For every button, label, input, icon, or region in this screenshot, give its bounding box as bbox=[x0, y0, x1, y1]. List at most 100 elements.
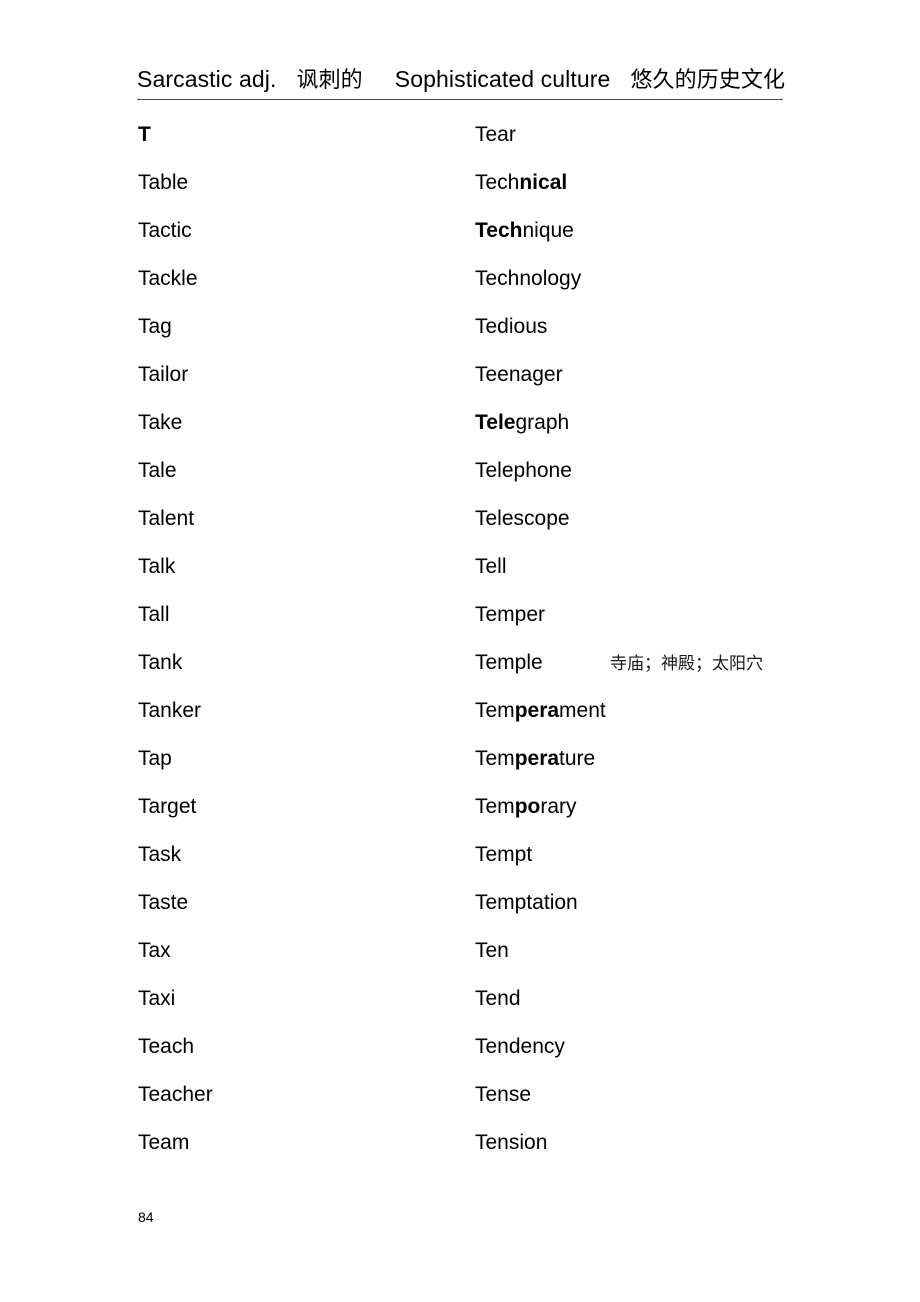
word-row: Tag Tedious bbox=[0, 310, 920, 358]
page-number: 84 bbox=[138, 1209, 154, 1225]
word-segment-plain: ment bbox=[559, 699, 606, 722]
word-row: Talent Telescope bbox=[0, 502, 920, 550]
word-segment-plain: ture bbox=[559, 747, 596, 770]
word-entry-left: Tale bbox=[138, 459, 177, 482]
word-entry-left: Tall bbox=[138, 603, 170, 626]
word-segment-plain: Telephone bbox=[475, 459, 572, 482]
word-entry-left: Tap bbox=[138, 747, 172, 770]
word-segment-bold: nical bbox=[519, 171, 568, 194]
header-divider-rule bbox=[137, 99, 783, 100]
letter-heading: T bbox=[138, 123, 151, 146]
word-segment-plain: Teenager bbox=[475, 363, 563, 386]
word-entry-right: Temporary bbox=[475, 790, 577, 824]
word-row: Target Temporary bbox=[0, 790, 920, 838]
word-row: Taxi Tend bbox=[0, 982, 920, 1030]
word-row: Tanker Temperament bbox=[0, 694, 920, 742]
word-entry-right: Tell bbox=[475, 550, 507, 584]
word-entry-right: Temperament bbox=[475, 694, 606, 728]
word-segment-plain: Technology bbox=[475, 267, 582, 290]
word-entry-right: Technology bbox=[475, 262, 581, 296]
word-entry-right: Temptation bbox=[475, 886, 578, 920]
word-row: Teach Tendency bbox=[0, 1030, 920, 1078]
word-entry-right: Temper bbox=[475, 598, 545, 632]
header-entry1-word: Sarcastic adj. bbox=[137, 66, 277, 92]
word-segment-bold: Tele bbox=[475, 411, 516, 434]
word-row: Taste Temptation bbox=[0, 886, 920, 934]
document-page: Sarcastic adj. 讽刺的 Sophisticated culture… bbox=[0, 0, 920, 1302]
word-entry-left: Tax bbox=[138, 939, 171, 962]
header-line: Sarcastic adj. 讽刺的 Sophisticated culture… bbox=[137, 64, 786, 96]
word-segment-bold: pera bbox=[514, 699, 560, 722]
word-entry-right: Tempt bbox=[475, 838, 532, 872]
word-segment-plain: Tension bbox=[475, 1131, 548, 1154]
word-segment-plain: Tempt bbox=[475, 843, 533, 866]
word-row: Tap Temperature bbox=[0, 742, 920, 790]
word-row: Tackle Technology bbox=[0, 262, 920, 310]
header-entry2-word: Sophisticated culture bbox=[394, 66, 611, 92]
word-entry-right: Teenager bbox=[475, 358, 563, 392]
word-entry-right: Technique bbox=[475, 214, 574, 248]
word-segment-plain: Temper bbox=[475, 603, 546, 626]
header-entry1-gloss: 讽刺的 bbox=[296, 68, 363, 93]
word-row: T Tear bbox=[0, 118, 920, 166]
word-entry-left: Teacher bbox=[138, 1083, 213, 1106]
word-entry-right: Tension bbox=[475, 1126, 547, 1160]
word-entry-left: Tank bbox=[138, 651, 183, 674]
word-entry-left: Teach bbox=[138, 1035, 195, 1058]
word-entry-left: Table bbox=[138, 171, 189, 194]
word-row: Tall Temper bbox=[0, 598, 920, 646]
word-segment-bold: pera bbox=[514, 747, 560, 770]
word-segment-plain: Tem bbox=[475, 747, 515, 770]
word-entry-left: Tag bbox=[138, 315, 172, 338]
word-row: Tank Temple 寺庙；神殿；太阳穴 bbox=[0, 646, 920, 694]
word-segment-plain: Tend bbox=[475, 987, 521, 1010]
word-segment-plain: Telescope bbox=[475, 507, 570, 530]
word-entry-right: Telephone bbox=[475, 454, 572, 488]
word-entry-left: Tanker bbox=[138, 699, 202, 722]
word-row: Take Telegraph bbox=[0, 406, 920, 454]
word-entry-left: Tailor bbox=[138, 363, 189, 386]
word-row: Table Technical bbox=[0, 166, 920, 214]
word-entry-right: Temperature bbox=[475, 742, 595, 776]
word-segment-plain: Tear bbox=[475, 123, 516, 146]
word-entry-left: Taxi bbox=[138, 987, 176, 1010]
word-row: Tailor Teenager bbox=[0, 358, 920, 406]
word-row: Talk Tell bbox=[0, 550, 920, 598]
word-row: Teacher Tense bbox=[0, 1078, 920, 1126]
word-entry-right: Tense bbox=[475, 1078, 531, 1112]
word-segment-plain: Ten bbox=[475, 939, 509, 962]
vocabulary-list: T Tear Table Technical Tactic Technique Tackle… bbox=[0, 118, 920, 1174]
word-row: Tactic Technique bbox=[0, 214, 920, 262]
running-header: Sarcastic adj. 讽刺的 Sophisticated culture… bbox=[137, 64, 786, 98]
word-entry-right: Tendency bbox=[475, 1030, 565, 1064]
word-entry-left: Talent bbox=[138, 507, 195, 530]
header-entry2-gloss: 悠久的历史文化 bbox=[630, 68, 786, 93]
word-entry-right: Telegraph bbox=[475, 406, 569, 440]
word-entry-right: Tear bbox=[475, 118, 516, 152]
word-entry-left: Target bbox=[138, 795, 197, 818]
word-entry-right: Temple bbox=[475, 646, 543, 680]
word-row: Tax Ten bbox=[0, 934, 920, 982]
word-segment-plain: Tell bbox=[475, 555, 507, 578]
word-entry-left: Task bbox=[138, 843, 182, 866]
word-entry-right: Telescope bbox=[475, 502, 570, 536]
word-entry-left: Taste bbox=[138, 891, 189, 914]
word-row: Task Tempt bbox=[0, 838, 920, 886]
word-segment-plain: Tedious bbox=[475, 315, 548, 338]
word-segment-plain: Tech bbox=[475, 171, 520, 194]
word-entry-right: Ten bbox=[475, 934, 509, 968]
word-entry-left: Tackle bbox=[138, 267, 198, 290]
word-segment-plain: Temptation bbox=[475, 891, 578, 914]
word-row: Team Tension bbox=[0, 1126, 920, 1174]
word-segment-plain: nique bbox=[522, 219, 574, 242]
word-entry-right: Technical bbox=[475, 166, 567, 200]
word-row: Tale Telephone bbox=[0, 454, 920, 502]
word-entry-right: Tend bbox=[475, 982, 521, 1016]
word-entry-left: Take bbox=[138, 411, 183, 434]
word-segment-plain: Tendency bbox=[475, 1035, 565, 1058]
chinese-gloss: 寺庙；神殿；太阳穴 bbox=[610, 654, 763, 674]
word-entry-left: Tactic bbox=[138, 219, 192, 242]
word-segment-bold: po bbox=[514, 795, 541, 818]
word-entry-left: Team bbox=[138, 1131, 190, 1154]
word-entry-left: Talk bbox=[138, 555, 176, 578]
